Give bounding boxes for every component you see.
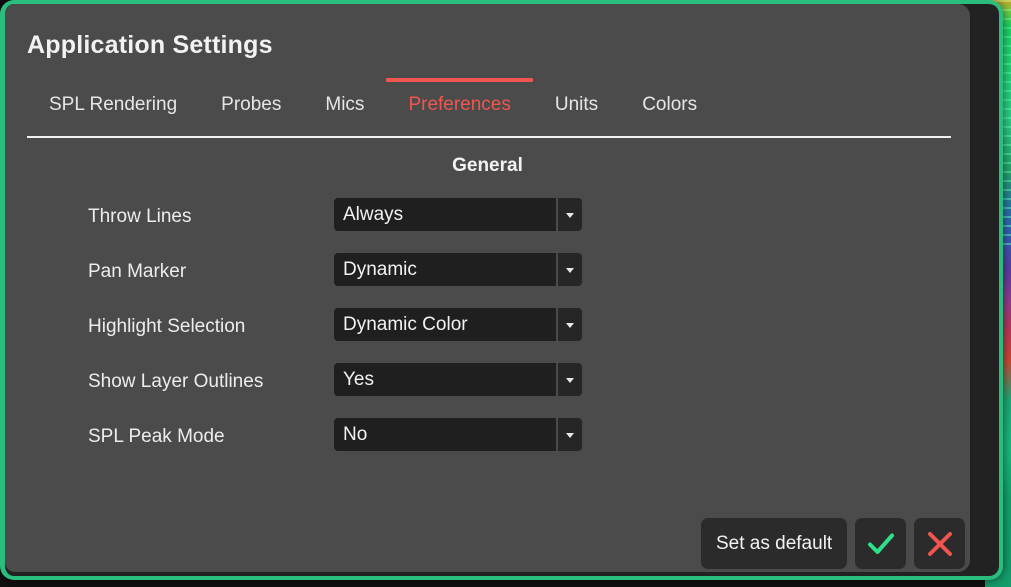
general-settings-form: Throw Lines Always Pan Marker Dynamic Hi… — [5, 198, 970, 473]
chevron-down-icon[interactable] — [558, 253, 582, 286]
tab-preferences[interactable]: Preferences — [386, 78, 532, 116]
setting-row-throw-lines: Throw Lines Always — [5, 198, 970, 253]
application-settings-dialog: Application Settings SPL Rendering Probe… — [0, 0, 1003, 580]
dropdown-value-spl-peak-mode: No — [334, 418, 556, 451]
page-title: Application Settings — [27, 31, 273, 60]
tab-divider — [27, 136, 951, 138]
tab-units[interactable]: Units — [533, 78, 620, 116]
dropdown-value-pan-marker: Dynamic — [334, 253, 556, 286]
dropdown-value-show-layer-outlines: Yes — [334, 363, 556, 396]
dialog-panel: Application Settings SPL Rendering Probe… — [5, 4, 970, 572]
dropdown-value-throw-lines: Always — [334, 198, 556, 231]
dropdown-highlight-selection[interactable]: Dynamic Color — [334, 308, 582, 341]
setting-label-spl-peak-mode: SPL Peak Mode — [88, 426, 225, 448]
tab-spl-rendering[interactable]: SPL Rendering — [27, 78, 199, 116]
set-as-default-button[interactable]: Set as default — [701, 518, 847, 569]
tab-mics[interactable]: Mics — [303, 78, 386, 116]
setting-row-highlight-selection: Highlight Selection Dynamic Color — [5, 308, 970, 363]
footer-actions: Set as default — [701, 518, 965, 569]
dropdown-show-layer-outlines[interactable]: Yes — [334, 363, 582, 396]
dropdown-throw-lines[interactable]: Always — [334, 198, 582, 231]
tab-bar: SPL Rendering Probes Mics Preferences Un… — [27, 78, 719, 128]
setting-label-highlight-selection: Highlight Selection — [88, 316, 245, 338]
tab-probes[interactable]: Probes — [199, 78, 303, 116]
setting-row-pan-marker: Pan Marker Dynamic — [5, 253, 970, 308]
dropdown-pan-marker[interactable]: Dynamic — [334, 253, 582, 286]
setting-row-show-layer-outlines: Show Layer Outlines Yes — [5, 363, 970, 418]
close-icon — [923, 527, 957, 561]
chevron-down-icon[interactable] — [558, 418, 582, 451]
confirm-button[interactable] — [855, 518, 906, 569]
dropdown-spl-peak-mode[interactable]: No — [334, 418, 582, 451]
chevron-down-icon[interactable] — [558, 308, 582, 341]
check-icon — [864, 527, 898, 561]
setting-label-throw-lines: Throw Lines — [88, 206, 192, 228]
setting-row-spl-peak-mode: SPL Peak Mode No — [5, 418, 970, 473]
dropdown-value-highlight-selection: Dynamic Color — [334, 308, 556, 341]
chevron-down-icon[interactable] — [558, 363, 582, 396]
setting-label-show-layer-outlines: Show Layer Outlines — [88, 371, 263, 393]
setting-label-pan-marker: Pan Marker — [88, 261, 186, 283]
tab-colors[interactable]: Colors — [620, 78, 719, 116]
cancel-button[interactable] — [914, 518, 965, 569]
chevron-down-icon[interactable] — [558, 198, 582, 231]
section-heading-general: General — [5, 155, 970, 177]
